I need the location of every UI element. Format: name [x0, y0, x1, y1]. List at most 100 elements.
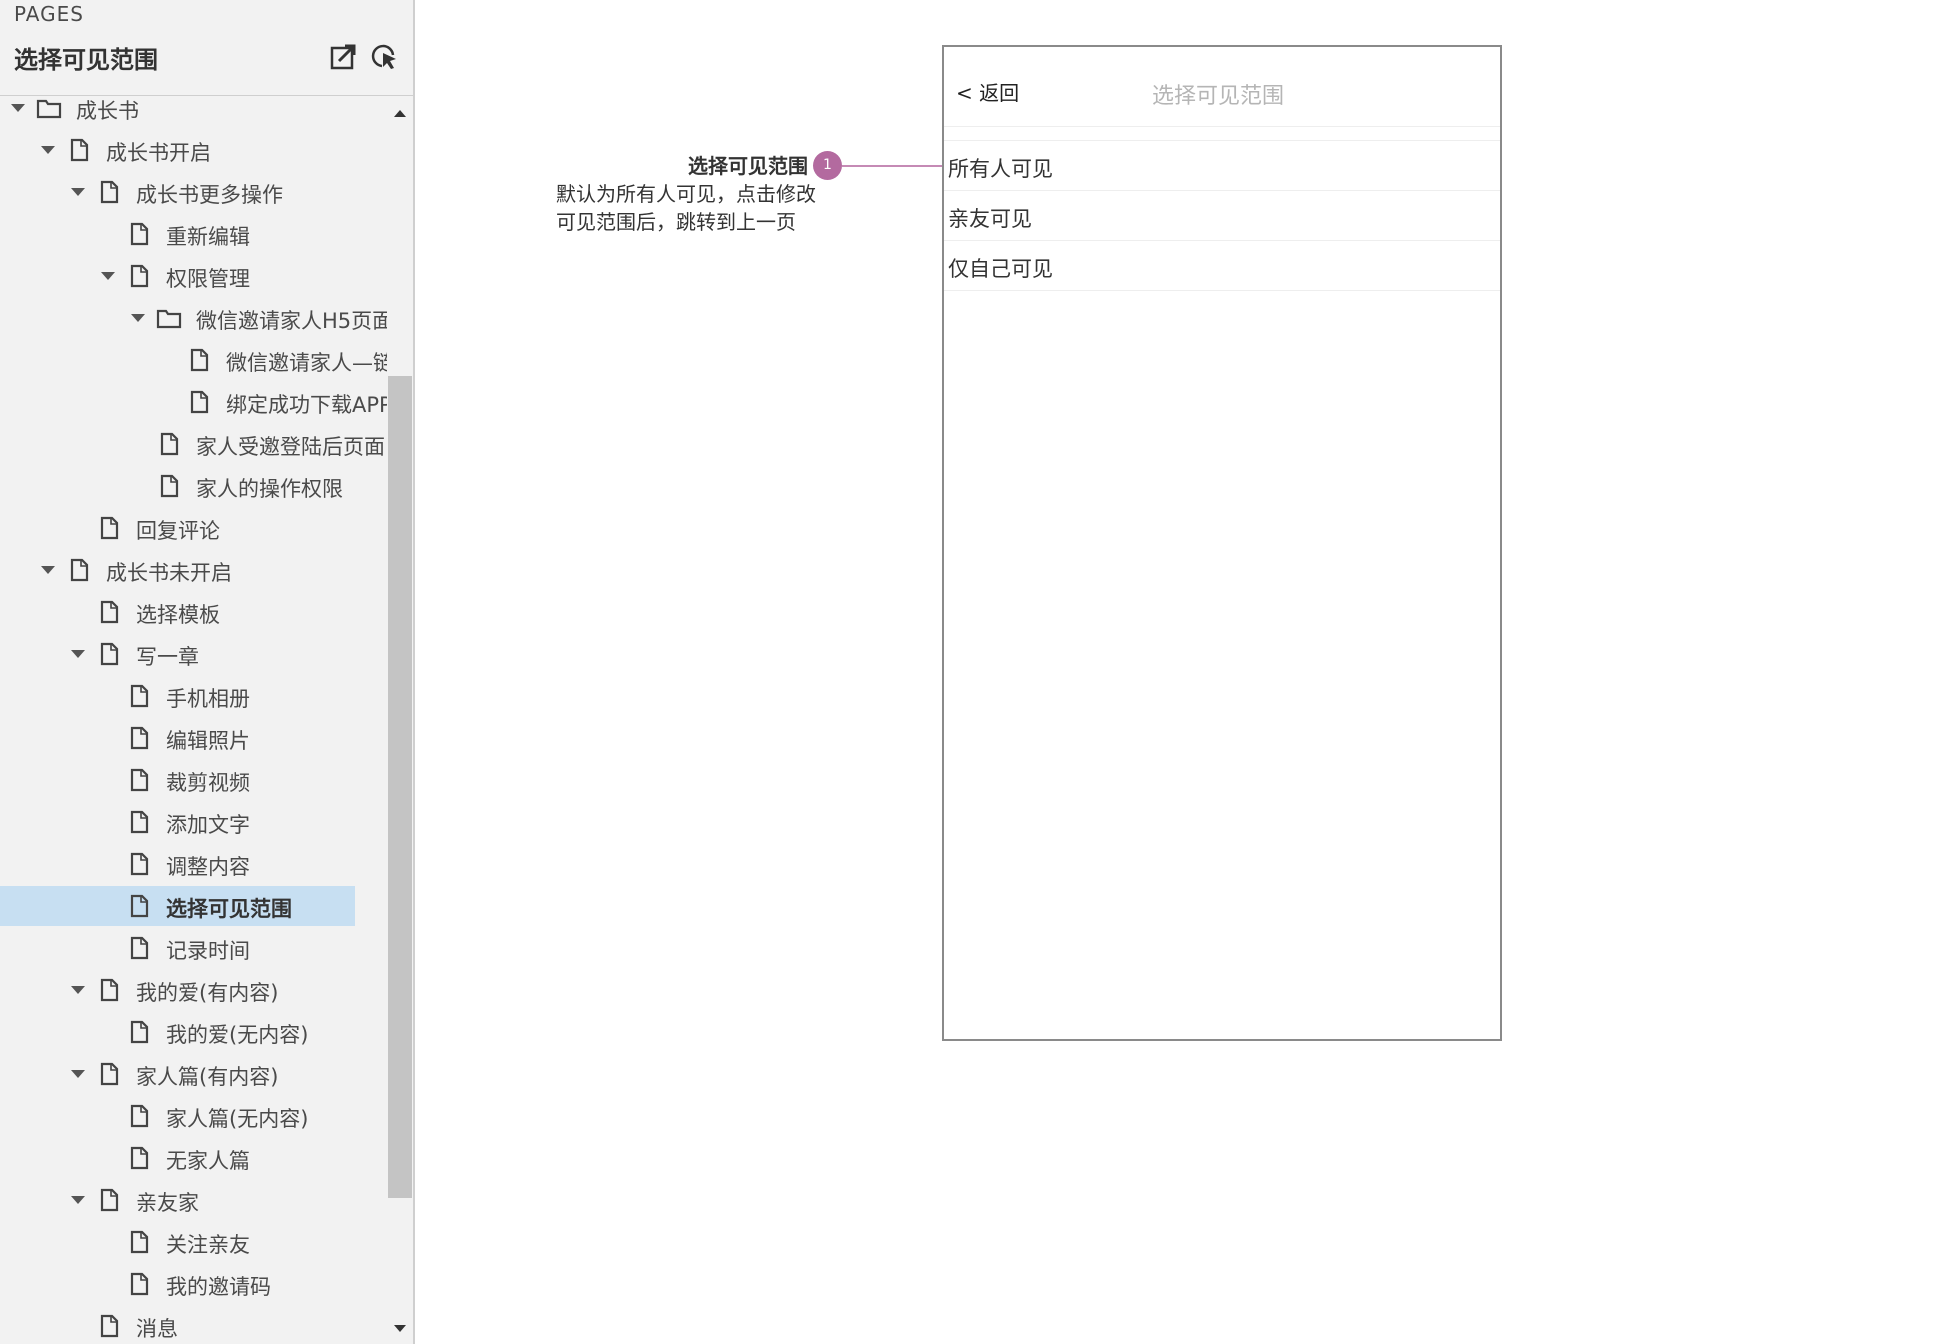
tree-item-label: 关注亲友 [166, 1233, 250, 1257]
tree-item-label: 微信邀请家人H5页面 [196, 309, 388, 333]
tree-folder-item[interactable]: 成长书 [0, 96, 388, 128]
option-friends-visible[interactable]: 亲友可见 [944, 191, 1500, 241]
page-icon [96, 1314, 122, 1338]
annotation-description: 默认为所有人可见，点击修改 可见范围后，跳转到上一页 [556, 180, 856, 236]
tree-page-item[interactable]: 绑定成功下载APP [0, 382, 388, 422]
tree-item-label: 记录时间 [166, 939, 250, 963]
annotation-badge[interactable]: 1 [813, 151, 842, 180]
tree-page-item[interactable]: 回复评论 [0, 508, 388, 548]
tree-item-label: 家人的操作权限 [196, 477, 343, 501]
tree-item-label: 无家人篇 [166, 1149, 250, 1173]
tree-item-label: 手机相册 [166, 687, 250, 711]
tree-item-label: 我的爱(有内容) [136, 981, 279, 1005]
annotation-description-line: 可见范围后，跳转到上一页 [556, 210, 796, 234]
folder-icon [156, 306, 182, 330]
tree-page-item[interactable]: 亲友家 [0, 1180, 388, 1220]
tree-page-item[interactable]: 记录时间 [0, 928, 388, 968]
tree-page-item[interactable]: 选择模板 [0, 592, 388, 632]
tree-page-item[interactable]: 家人篇(无内容) [0, 1096, 388, 1136]
page-icon [126, 1020, 152, 1044]
tree-page-item[interactable]: 选择可见范围 [0, 886, 388, 926]
phone-mockup-frame: < 返回 选择可见范围 所有人可见 亲友可见 仅自己可见 [942, 45, 1502, 1041]
tree-item-label: 成长书 [76, 99, 139, 123]
current-page-title: 选择可见范围 [14, 46, 158, 74]
tree-page-item[interactable]: 我的邀请码 [0, 1264, 388, 1304]
tree-item-label: 成长书开启 [106, 141, 211, 165]
tree-item-label: 成长书更多操作 [136, 183, 283, 207]
scrollbar-thumb[interactable] [388, 376, 412, 1198]
tree-item-label: 选择可见范围 [166, 897, 292, 921]
page-icon [126, 1272, 152, 1296]
tree-page-item[interactable]: 成长书开启 [0, 130, 388, 170]
page-icon [156, 432, 182, 456]
tree-item-label: 成长书未开启 [106, 561, 232, 585]
tree-page-item[interactable]: 我的爱(无内容) [0, 1012, 388, 1052]
tree-item-label: 写一章 [136, 645, 199, 669]
tree-item-label: 回复评论 [136, 519, 220, 543]
page-icon [186, 348, 212, 372]
page-icon [96, 516, 122, 540]
tree-page-item[interactable]: 家人的操作权限 [0, 466, 388, 506]
tree-page-item[interactable]: 添加文字 [0, 802, 388, 842]
tree-item-label: 绑定成功下载APP [226, 393, 388, 417]
pages-header-label: PAGES [14, 2, 84, 26]
tree-page-item[interactable]: 我的爱(有内容) [0, 970, 388, 1010]
tree-item-label: 家人篇(无内容) [166, 1107, 309, 1131]
page-icon [126, 684, 152, 708]
tree-page-item[interactable]: 手机相册 [0, 676, 388, 716]
tree-page-item[interactable]: 关注亲友 [0, 1222, 388, 1262]
tree-page-item[interactable]: 权限管理 [0, 256, 388, 296]
page-icon [186, 390, 212, 414]
tree-folder-item[interactable]: 微信邀请家人H5页面 [0, 298, 388, 338]
nav-bar: < 返回 选择可见范围 [944, 47, 1500, 127]
tree-page-item[interactable]: 消息 [0, 1306, 388, 1344]
page-icon [96, 978, 122, 1002]
page-icon [126, 1230, 152, 1254]
tree-item-label: 微信邀请家人—链 [226, 351, 388, 375]
tree-page-item[interactable]: 调整内容 [0, 844, 388, 884]
page-icon [126, 852, 152, 876]
tree-page-item[interactable]: 无家人篇 [0, 1138, 388, 1178]
tree-item-label: 添加文字 [166, 813, 250, 837]
page-icon [126, 222, 152, 246]
tree-page-item[interactable]: 成长书未开启 [0, 550, 388, 590]
scroll-down-arrow-icon[interactable] [392, 1323, 408, 1335]
tree-page-item[interactable]: 微信邀请家人—链 [0, 340, 388, 380]
tree-item-label: 亲友家 [136, 1191, 199, 1215]
page-icon [126, 726, 152, 750]
tree-page-item[interactable]: 成长书更多操作 [0, 172, 388, 212]
annotation-connector-line [842, 165, 942, 167]
tree-item-label: 重新编辑 [166, 225, 250, 249]
page-icon [126, 936, 152, 960]
page-icon [156, 474, 182, 498]
option-label: 所有人可见 [948, 157, 1053, 181]
scroll-up-arrow-icon[interactable] [392, 107, 408, 119]
page-icon [96, 600, 122, 624]
tree-item-label: 我的爱(无内容) [166, 1023, 309, 1047]
page-icon [126, 810, 152, 834]
page-icon [96, 642, 122, 666]
nav-title: 选择可见范围 [1152, 84, 1285, 109]
tree-page-item[interactable]: 裁剪视频 [0, 760, 388, 800]
option-self-only-visible[interactable]: 仅自己可见 [944, 241, 1500, 291]
page-icon [126, 894, 152, 918]
tree-item-label: 家人受邀登陆后页面 [196, 435, 385, 459]
tree-page-item[interactable]: 写一章 [0, 634, 388, 674]
tree-item-label: 权限管理 [166, 267, 250, 291]
option-everyone-visible[interactable]: 所有人可见 [944, 141, 1500, 191]
back-button[interactable]: < 返回 [956, 77, 1019, 106]
page-icon [126, 264, 152, 288]
tree-page-item[interactable]: 家人篇(有内容) [0, 1054, 388, 1094]
tree-page-item[interactable]: 家人受邀登陆后页面 [0, 424, 388, 464]
tree-item-label: 我的邀请码 [166, 1275, 271, 1299]
tree-page-item[interactable]: 重新编辑 [0, 214, 388, 254]
tree-item-label: 调整内容 [166, 855, 250, 879]
page-tree: 成长书成长书开启成长书更多操作 重新编辑权限管理微信邀请家人H5页面微信邀请家人—… [0, 96, 388, 1344]
open-external-icon[interactable] [328, 42, 358, 72]
tree-page-item[interactable]: 编辑照片 [0, 718, 388, 758]
page-icon [96, 1062, 122, 1086]
locate-cursor-icon[interactable] [369, 42, 399, 72]
page-icon [126, 768, 152, 792]
pages-sidebar: PAGES 选择可见范围 成长书成长书开启成长书更多操作 重新编辑权限管理微信邀请… [0, 0, 415, 1344]
tree-item-label: 编辑照片 [166, 729, 250, 753]
